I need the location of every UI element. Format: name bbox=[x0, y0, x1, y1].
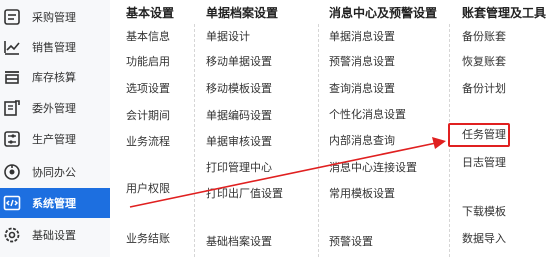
annotation-arrow bbox=[129, 137, 446, 208]
